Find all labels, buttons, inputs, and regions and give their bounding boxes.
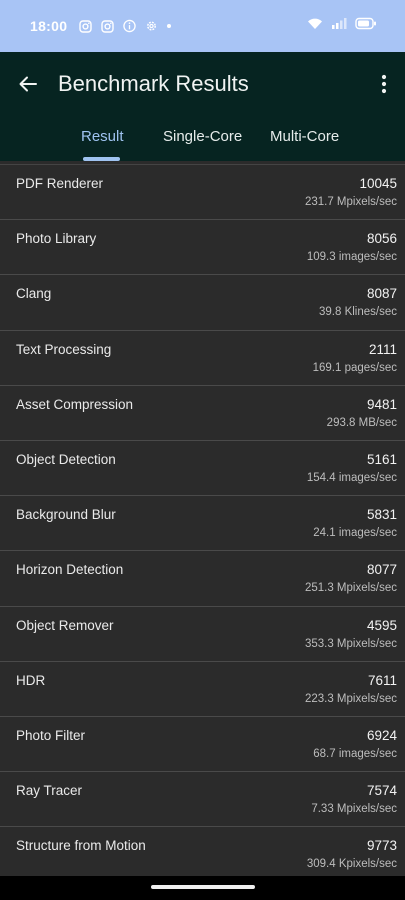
benchmark-name: Object Detection <box>16 451 116 467</box>
list-item: Horizon Detection 8077 251.3 Mpixels/sec <box>0 551 405 607</box>
benchmark-name: PDF Renderer <box>16 176 104 191</box>
benchmark-score: 6924 <box>366 727 397 743</box>
list-item: Ray Tracer 7574 7.33 Mpixels/sec <box>0 772 405 828</box>
benchmark-name: Photo Filter <box>16 727 86 743</box>
benchmark-rate: 293.8 MB/sec <box>326 416 397 429</box>
benchmark-name: Ray Tracer <box>16 783 83 799</box>
benchmark-rate: 251.3 Mpixels/sec <box>304 582 397 595</box>
more-vert-icon <box>381 74 387 94</box>
system-icons <box>307 17 377 35</box>
benchmark-score: 9773 <box>366 838 397 854</box>
benchmark-name: Object Remover <box>16 617 114 633</box>
battery-icon <box>355 17 377 35</box>
status-time: 18:00 <box>30 18 68 34</box>
dot-icon <box>167 24 172 28</box>
benchmark-rate: 24.1 images/sec <box>313 527 397 540</box>
benchmark-name: Text Processing <box>16 341 112 357</box>
list-item: PDF Renderer 10045 231.7 Mpixels/sec <box>0 165 405 221</box>
wifi-icon <box>307 17 323 35</box>
benchmark-name: HDR <box>16 672 46 688</box>
list-item: Text Processing 2111 169.1 pages/sec <box>0 330 405 386</box>
results-list[interactable]: PDF Renderer 10045 231.7 Mpixels/sec Photo… <box>0 161 405 876</box>
benchmark-score: 8087 <box>366 286 397 302</box>
app-bar: Benchmark Results Result Single-Core Mul… <box>0 52 405 161</box>
benchmark-rate: 109.3 images/sec <box>306 251 397 264</box>
status-bar: 18:00 <box>0 0 405 52</box>
benchmark-rate: 154.4 images/sec <box>306 471 397 484</box>
page-title: Benchmark Results <box>58 71 249 96</box>
benchmark-name: Asset Compression <box>16 396 134 412</box>
tab-bar: Result Single-Core Multi-Core <box>0 120 405 161</box>
navigation-bar <box>0 876 405 900</box>
list-item: Structure from Motion 9773 309.4 Kpixels/s… <box>0 827 405 876</box>
benchmark-score: 4595 <box>366 617 397 633</box>
home-gesture-handle[interactable] <box>151 885 255 889</box>
benchmark-rate: 309.4 Kpixels/sec <box>306 858 397 871</box>
notification-icons <box>79 19 172 33</box>
instagram-icon <box>101 19 115 33</box>
benchmark-name: Horizon Detection <box>16 562 124 578</box>
list-item: HDR 7611 223.3 Mpixels/sec <box>0 661 405 717</box>
benchmark-name: Background Blur <box>16 507 116 523</box>
benchmark-score: 8056 <box>366 231 397 247</box>
benchmark-score: 5831 <box>366 507 397 523</box>
list-item: Clang 8087 39.8 Klines/sec <box>0 275 405 331</box>
tab-result[interactable]: Result <box>81 128 124 145</box>
benchmark-name: Structure from Motion <box>16 838 146 854</box>
list-item: Background Blur 5831 24.1 images/sec <box>0 496 405 552</box>
list-item: Asset Compression 9481 293.8 MB/sec <box>0 385 405 441</box>
benchmark-score: 9481 <box>366 396 397 412</box>
benchmark-score: 7611 <box>367 672 397 688</box>
benchmark-rate: 68.7 images/sec <box>313 747 397 760</box>
benchmark-rate: 169.1 pages/sec <box>312 361 397 374</box>
settings-icon <box>145 20 158 33</box>
benchmark-score: 5161 <box>366 451 397 467</box>
list-item: Photo Library 8056 109.3 images/sec <box>0 220 405 276</box>
benchmark-score: 7574 <box>366 783 397 799</box>
tab-single-core[interactable]: Single-Core <box>163 128 242 145</box>
list-item: Photo Filter 6924 68.7 images/sec <box>0 716 405 773</box>
benchmark-name: Clang <box>16 286 52 302</box>
benchmark-score: 8077 <box>366 562 397 578</box>
more-options-button[interactable] <box>372 70 396 98</box>
arrow-left-icon <box>19 76 37 92</box>
benchmark-score: 10045 <box>359 176 397 191</box>
benchmark-rate: 231.7 Mpixels/sec <box>304 196 397 208</box>
instagram-icon <box>79 19 93 33</box>
back-button[interactable] <box>14 70 42 98</box>
benchmark-score: 2111 <box>368 341 397 357</box>
benchmark-rate: 39.8 Klines/sec <box>319 306 397 319</box>
benchmark-rate: 223.3 Mpixels/sec <box>304 692 397 705</box>
info-icon <box>123 19 137 33</box>
benchmark-name: Photo Library <box>16 231 97 247</box>
benchmark-rate: 353.3 Mpixels/sec <box>304 637 397 650</box>
list-item: Object Detection 5161 154.4 images/sec <box>0 440 405 497</box>
tab-multi-core[interactable]: Multi-Core <box>270 128 339 145</box>
signal-icon <box>331 17 347 35</box>
list-item: Object Remover 4595 353.3 Mpixels/sec <box>0 606 405 662</box>
benchmark-rate: 7.33 Mpixels/sec <box>311 803 397 816</box>
